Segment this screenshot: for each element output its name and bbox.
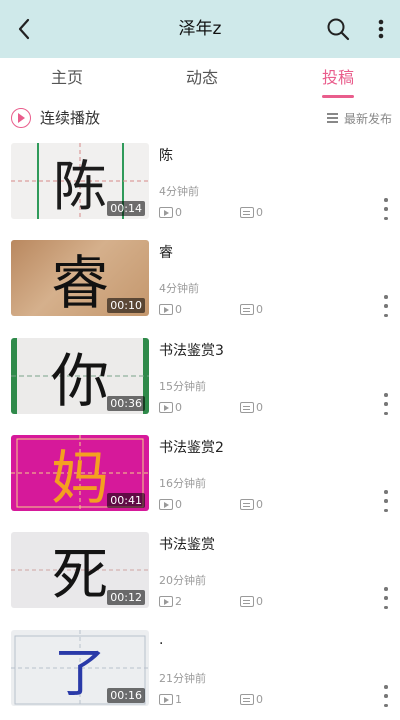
video-thumbnail[interactable]: 了 00:16: [11, 630, 149, 706]
play-count: 0: [159, 206, 182, 219]
comment-count: 0: [240, 498, 263, 511]
comment-icon: [240, 402, 254, 413]
comment-count: 0: [240, 693, 263, 706]
active-tab-indicator: [322, 95, 354, 98]
play-count: 0: [159, 303, 182, 316]
video-item[interactable]: 睿 00:10 睿 4分钟前 0 0: [0, 240, 400, 328]
video-timestamp: 16分钟前: [159, 477, 206, 490]
play-count-value: 0: [175, 498, 182, 511]
play-count: 0: [159, 498, 182, 511]
video-item[interactable]: 死 00:12 书法鉴赏 20分钟前 2 0: [0, 532, 400, 620]
video-timestamp: 4分钟前: [159, 185, 199, 198]
video-duration: 00:16: [107, 688, 145, 703]
comment-count-value: 0: [256, 693, 263, 706]
video-duration: 00:14: [107, 201, 145, 216]
video-item[interactable]: 陈 00:14 陈 4分钟前 0 0: [0, 143, 400, 231]
item-more-button[interactable]: [380, 490, 392, 512]
comment-count-value: 0: [256, 206, 263, 219]
video-timestamp: 21分钟前: [159, 672, 206, 685]
video-thumbnail[interactable]: 死 00:12: [11, 532, 149, 608]
item-more-button[interactable]: [380, 685, 392, 707]
list-toolbar: 连续播放 最新发布: [0, 102, 400, 134]
sort-lines-icon[interactable]: [327, 113, 338, 123]
video-duration: 00:41: [107, 493, 145, 508]
play-count-value: 0: [175, 401, 182, 414]
video-duration: 00:12: [107, 590, 145, 605]
more-menu-button[interactable]: [369, 14, 393, 44]
video-thumbnail[interactable]: 你 00:36: [11, 338, 149, 414]
comment-count-value: 0: [256, 401, 263, 414]
video-title[interactable]: 睿: [159, 242, 173, 262]
video-thumbnail[interactable]: 妈 00:41: [11, 435, 149, 511]
comment-icon: [240, 207, 254, 218]
video-timestamp: 20分钟前: [159, 574, 206, 587]
video-title[interactable]: 书法鉴赏: [159, 534, 215, 554]
comment-count: 0: [240, 303, 263, 316]
app-header: 泽年z: [0, 0, 400, 58]
play-count-icon: [159, 499, 173, 510]
video-title[interactable]: 书法鉴赏3: [159, 340, 224, 360]
play-count-value: 0: [175, 303, 182, 316]
item-more-button[interactable]: [380, 295, 392, 317]
video-timestamp: 15分钟前: [159, 380, 206, 393]
play-count-icon: [159, 207, 173, 218]
item-more-button[interactable]: [380, 198, 392, 220]
video-thumbnail[interactable]: 睿 00:10: [11, 240, 149, 316]
item-more-button[interactable]: [380, 393, 392, 415]
comment-count-value: 0: [256, 498, 263, 511]
video-item[interactable]: 了 00:16 . 21分钟前 1 0: [0, 630, 400, 718]
search-icon: [327, 18, 350, 41]
video-title[interactable]: 书法鉴赏2: [159, 437, 224, 457]
video-title[interactable]: .: [159, 632, 163, 648]
play-count: 2: [159, 595, 182, 608]
play-count-icon: [159, 596, 173, 607]
comment-icon: [240, 694, 254, 705]
comment-count: 0: [240, 595, 263, 608]
video-timestamp: 4分钟前: [159, 282, 199, 295]
play-count-value: 0: [175, 206, 182, 219]
video-item[interactable]: 妈 00:41 书法鉴赏2 16分钟前 0 0: [0, 435, 400, 523]
play-count-value: 1: [175, 693, 182, 706]
play-count-value: 2: [175, 595, 182, 608]
video-duration: 00:36: [107, 396, 145, 411]
continuous-play-button[interactable]: 连续播放: [40, 107, 100, 128]
comment-icon: [240, 499, 254, 510]
play-circle-icon[interactable]: [11, 108, 31, 128]
search-button[interactable]: [323, 14, 353, 44]
item-more-button[interactable]: [380, 587, 392, 609]
tab-bar: 主页 动态 投稿: [0, 58, 400, 98]
tab-home[interactable]: 主页: [17, 58, 117, 98]
comment-count: 0: [240, 206, 263, 219]
comment-icon: [240, 596, 254, 607]
sort-latest-button[interactable]: 最新发布: [344, 110, 392, 127]
video-title[interactable]: 陈: [159, 145, 173, 165]
play-count-icon: [159, 402, 173, 413]
video-thumbnail[interactable]: 陈 00:14: [11, 143, 149, 219]
video-duration: 00:10: [107, 298, 145, 313]
tab-submissions[interactable]: 投稿: [288, 58, 388, 98]
play-count-icon: [159, 694, 173, 705]
comment-count-value: 0: [256, 595, 263, 608]
more-vertical-icon: [378, 19, 384, 39]
comment-icon: [240, 304, 254, 315]
play-count: 1: [159, 693, 182, 706]
play-count: 0: [159, 401, 182, 414]
tab-dynamics[interactable]: 动态: [152, 58, 252, 98]
comment-count-value: 0: [256, 303, 263, 316]
video-item[interactable]: 你 00:36 书法鉴赏3 15分钟前 0 0: [0, 338, 400, 426]
play-count-icon: [159, 304, 173, 315]
comment-count: 0: [240, 401, 263, 414]
